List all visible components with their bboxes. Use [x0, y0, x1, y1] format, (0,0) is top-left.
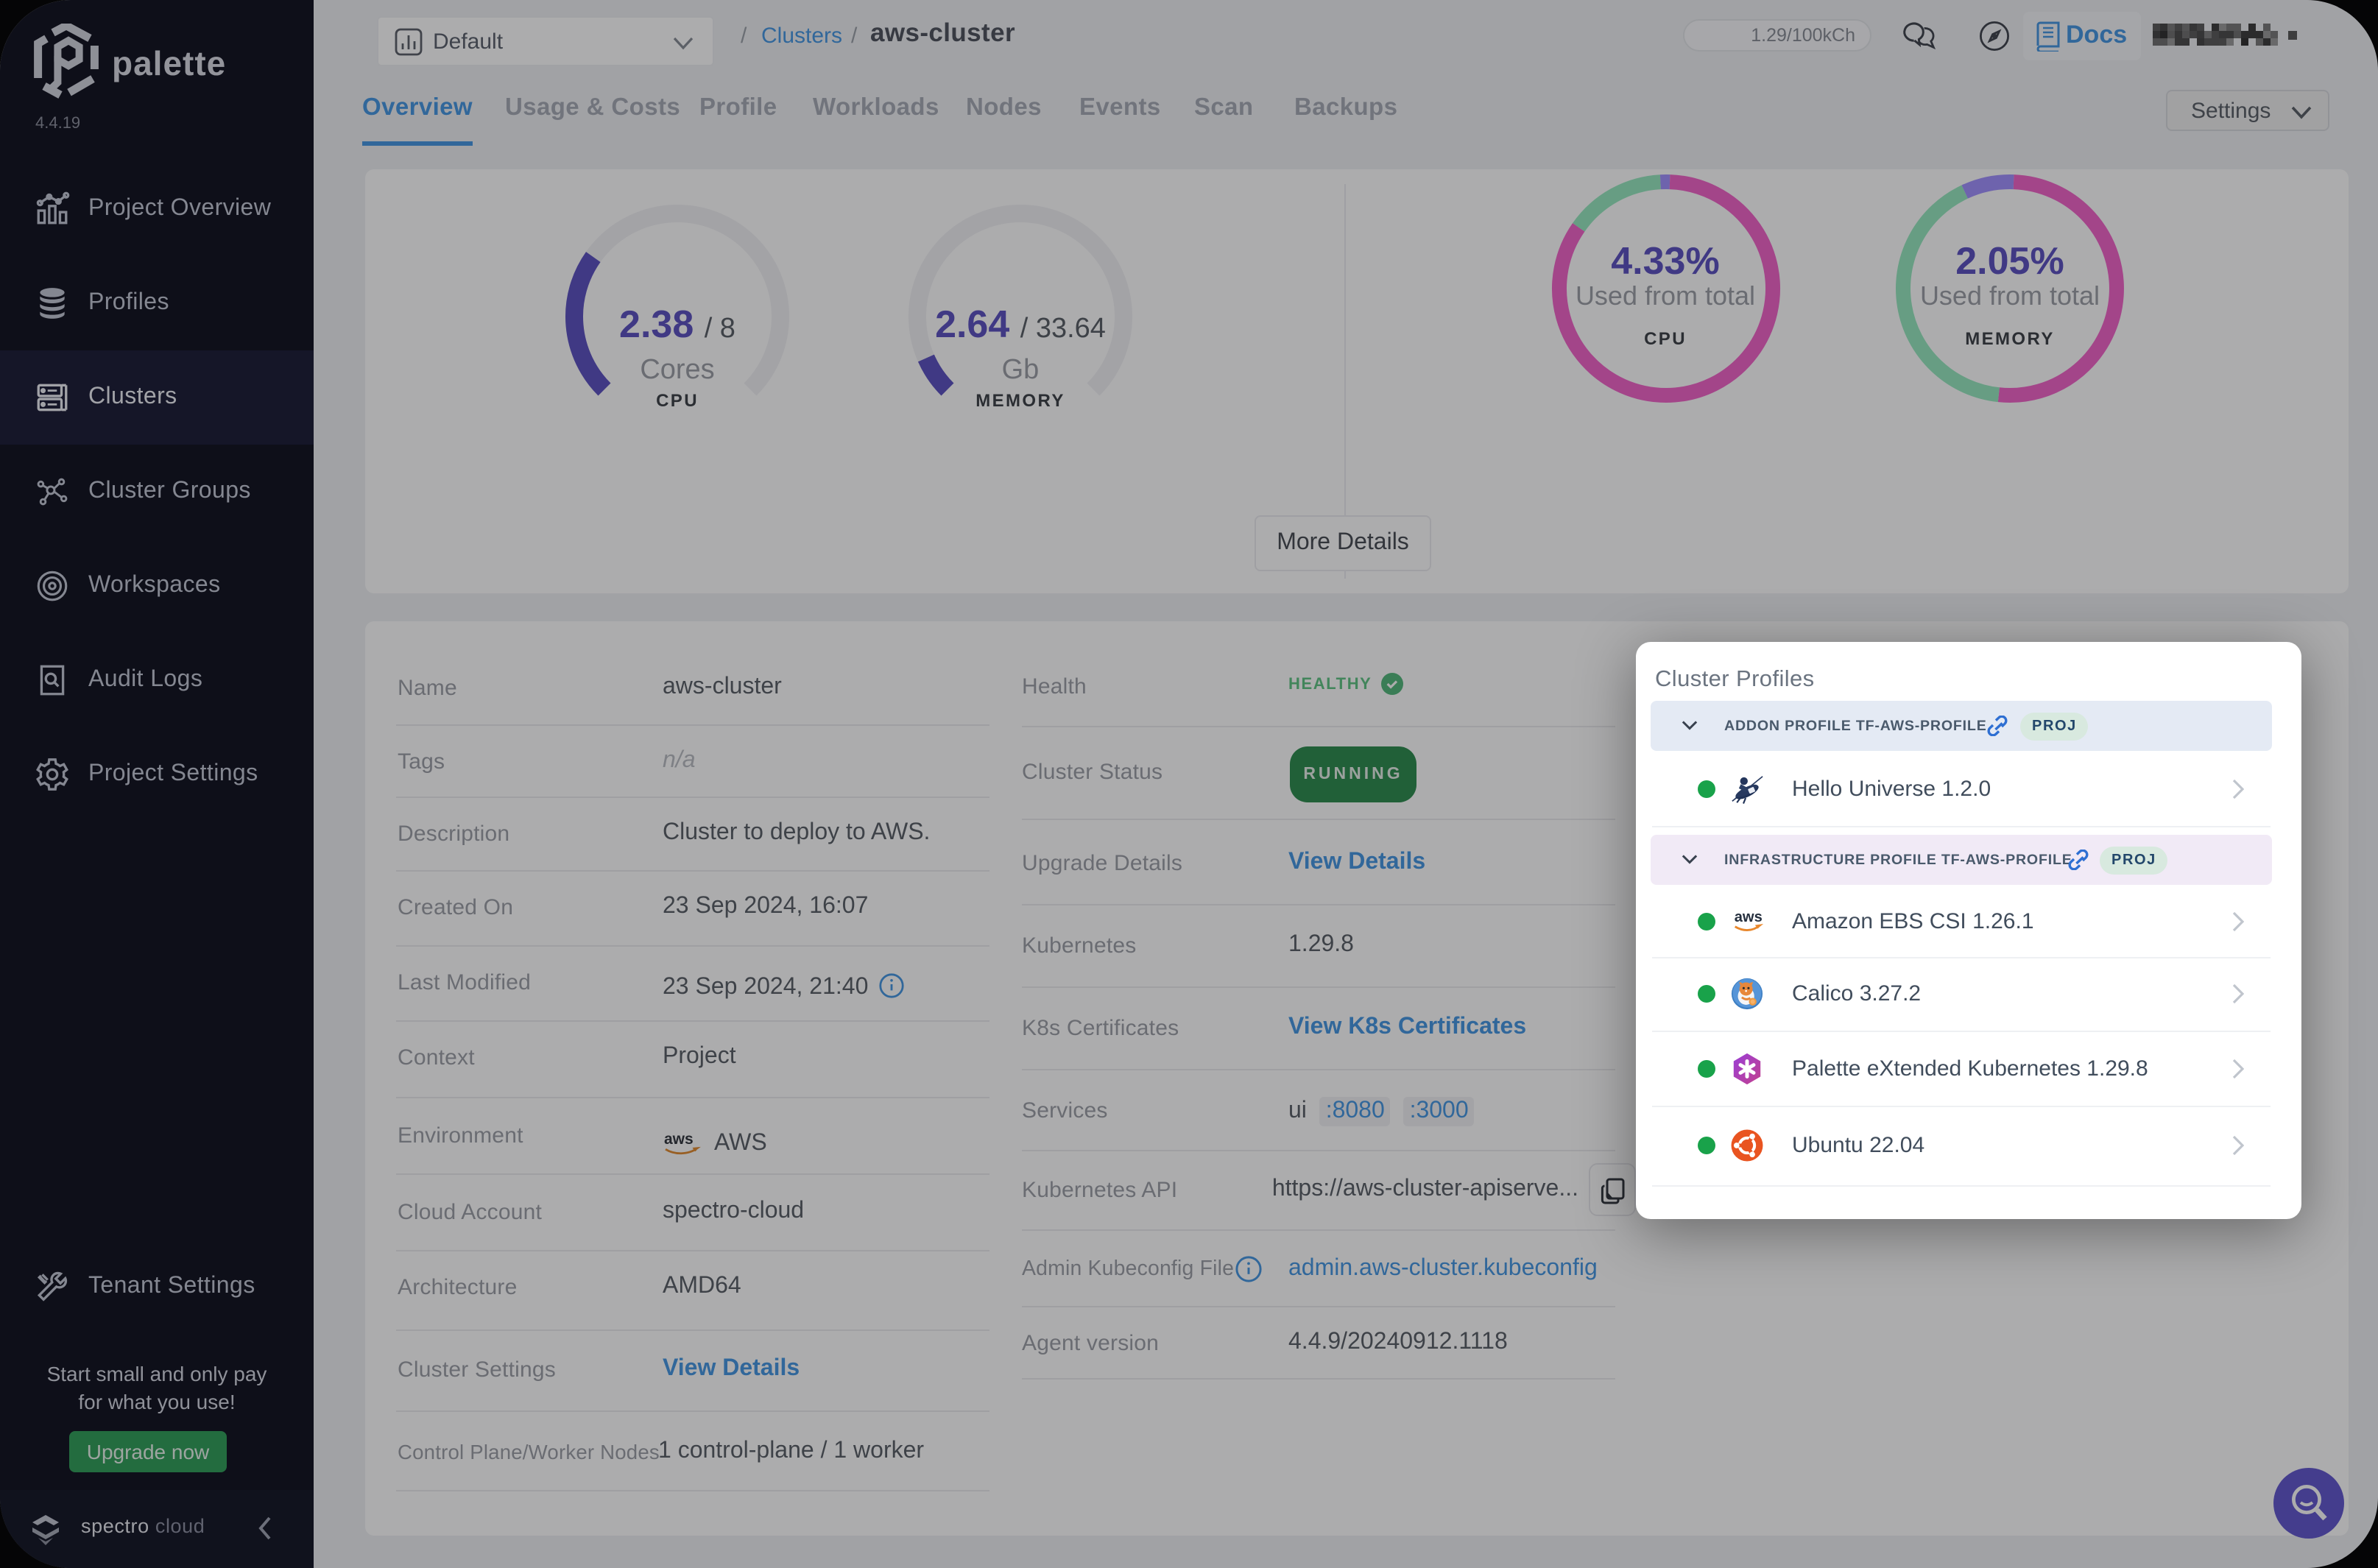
svg-text:aws: aws — [1735, 908, 1763, 925]
